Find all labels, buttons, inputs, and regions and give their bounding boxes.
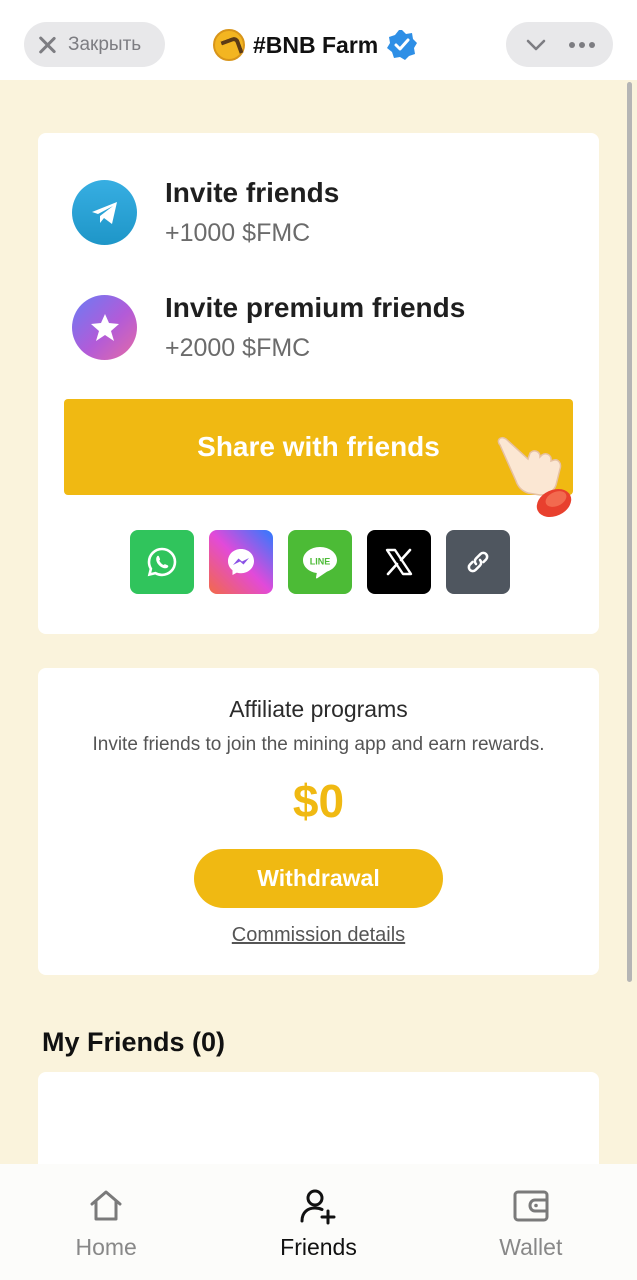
invite-friends-row: Invite friends +1000 $FMC [72, 177, 339, 248]
telegram-icon [72, 180, 137, 245]
link-icon[interactable] [446, 530, 510, 594]
invite-premium-title: Invite premium friends [165, 292, 466, 323]
wallet-icon [513, 1190, 549, 1222]
my-friends-heading: My Friends (0) [42, 1027, 226, 1057]
affiliate-card: Affiliate programs Invite friends to joi… [38, 668, 599, 975]
pointing-hand-icon [497, 436, 572, 518]
line-text: LINE [310, 557, 331, 567]
invite-friends-title: Invite friends [165, 177, 340, 208]
verified-badge-icon [387, 30, 418, 60]
withdrawal-button[interactable]: Withdrawal [194, 849, 443, 908]
chevron-down-icon[interactable] [524, 33, 548, 57]
whatsapp-icon[interactable] [130, 530, 194, 594]
affiliate-title: Affiliate programs [229, 696, 408, 722]
line-icon[interactable]: LINE [288, 530, 352, 594]
add-friend-icon [300, 1189, 336, 1225]
social-share-row: LINE [130, 530, 510, 594]
home-icon [90, 1190, 122, 1221]
close-button[interactable]: Закрыть [24, 22, 165, 67]
withdrawal-label: Withdrawal [257, 865, 380, 891]
affiliate-amount: $0 [292, 775, 345, 827]
invite-friends-reward: +1000 $FMC [165, 219, 311, 247]
affiliate-description: Invite friends to join the mining app an… [92, 734, 545, 755]
invite-premium-row: Invite premium friends +2000 $FMC [72, 292, 465, 363]
top-bar: Закрыть #BNB Farm [0, 0, 637, 80]
nav-friends[interactable]: Friends [212, 1164, 424, 1280]
premium-star-icon [72, 295, 137, 360]
bottom-nav: Home Friends Wallet [0, 1164, 637, 1280]
x-icon[interactable] [367, 530, 431, 594]
close-icon [36, 34, 58, 56]
more-options-icon[interactable] [568, 41, 595, 48]
nav-home-label: Home [75, 1234, 137, 1260]
scrollbar[interactable] [627, 82, 632, 982]
invite-card: Invite friends +1000 $FMC Invite premium… [38, 133, 599, 634]
app-logo-icon [213, 29, 245, 61]
menu-pill [506, 22, 613, 67]
nav-home[interactable]: Home [0, 1164, 212, 1280]
close-label: Закрыть [68, 33, 142, 55]
messenger-icon[interactable] [209, 530, 273, 594]
app-title: #BNB Farm [253, 31, 379, 58]
invite-premium-reward: +2000 $FMC [165, 334, 311, 362]
nav-wallet-label: Wallet [499, 1234, 563, 1260]
commission-details-link[interactable]: Commission details [38, 924, 599, 947]
share-button-label: Share with friends [197, 431, 440, 462]
app-header: #BNB Farm [213, 27, 418, 63]
nav-wallet[interactable]: Wallet [425, 1164, 637, 1280]
nav-friends-label: Friends [280, 1234, 357, 1260]
